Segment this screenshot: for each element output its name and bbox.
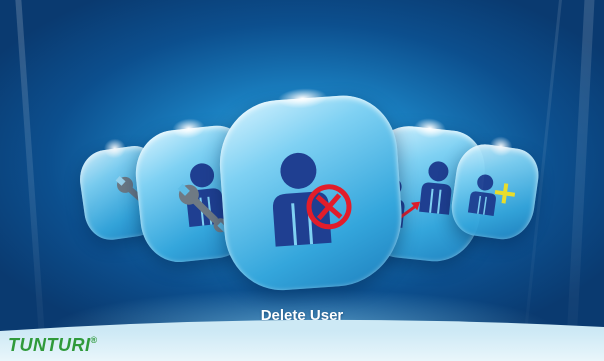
brand-logo: TUNTURI® — [8, 335, 98, 355]
add-user-tile[interactable] — [447, 134, 543, 244]
delete-user-tile[interactable] — [215, 86, 407, 294]
footer-bar: TUNTURI® — [0, 331, 604, 361]
screen: Delete User TUNTURI® — [0, 0, 604, 361]
user-delete-icon — [272, 152, 352, 247]
user-add-icon — [467, 174, 516, 217]
